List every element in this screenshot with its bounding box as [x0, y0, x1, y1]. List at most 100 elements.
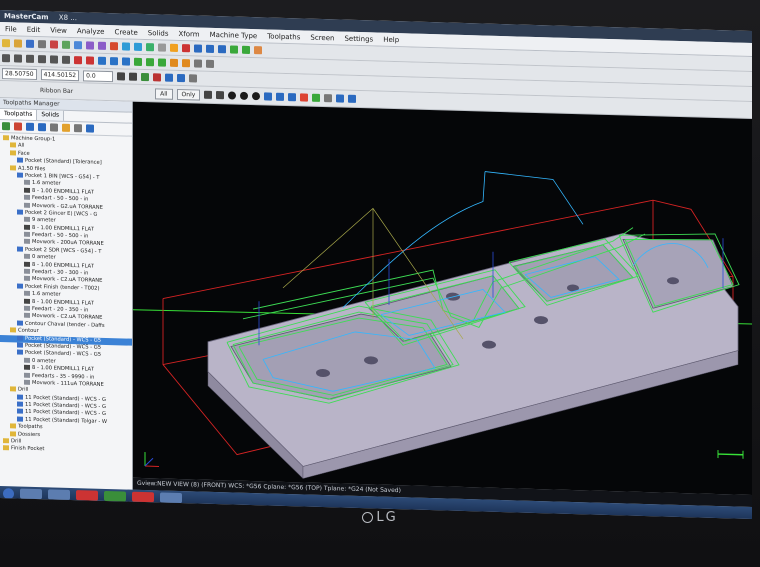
- mirror-icon[interactable]: [122, 57, 130, 66]
- tree-node-label: Finish Pocket: [11, 445, 45, 453]
- tab-solids[interactable]: Solids: [37, 110, 65, 121]
- menu-machine-type[interactable]: Machine Type: [210, 30, 258, 39]
- print-icon[interactable]: [38, 40, 46, 49]
- analyze-icon[interactable]: [194, 59, 202, 68]
- top-view-icon[interactable]: [194, 44, 202, 53]
- attributes-icon[interactable]: [324, 94, 333, 103]
- taskbar-app-icon[interactable]: [160, 492, 182, 504]
- menu-analyze[interactable]: Analyze: [77, 27, 105, 36]
- chain-icon[interactable]: [153, 73, 162, 82]
- wireframe-icon[interactable]: [182, 44, 190, 53]
- fast-point-icon[interactable]: [117, 72, 126, 81]
- taskbar-explorer-icon[interactable]: [20, 488, 42, 500]
- y-coordinate-field[interactable]: 414.50152: [40, 68, 80, 81]
- dot-icon[interactable]: [240, 91, 249, 100]
- dot-icon[interactable]: [252, 92, 261, 101]
- planes-icon[interactable]: [348, 94, 357, 103]
- graphics-viewport[interactable]: [133, 101, 752, 496]
- select-only-icon[interactable]: [177, 73, 186, 83]
- point-style-icon[interactable]: [228, 91, 237, 100]
- line-style-icon[interactable]: [204, 90, 213, 99]
- line-width-icon[interactable]: [216, 91, 225, 100]
- copy-icon[interactable]: [62, 40, 70, 49]
- menu-file[interactable]: File: [5, 25, 17, 33]
- select-only-button[interactable]: Only: [176, 88, 201, 101]
- redo-icon[interactable]: [98, 41, 106, 50]
- gview-icon[interactable]: [336, 94, 345, 103]
- shade-icon[interactable]: [170, 43, 178, 52]
- solid-extrude-icon[interactable]: [134, 57, 142, 66]
- spline-icon[interactable]: [50, 55, 58, 64]
- menu-xform[interactable]: Xform: [178, 29, 199, 38]
- surface-icon[interactable]: [170, 58, 178, 67]
- highfeed-icon[interactable]: [62, 123, 70, 132]
- regenerate-icon[interactable]: [14, 122, 22, 131]
- autocursor-icon[interactable]: [129, 72, 138, 81]
- front-view-icon[interactable]: [206, 44, 214, 53]
- solid-revolve-icon[interactable]: [146, 58, 154, 67]
- cplane-icon[interactable]: [276, 92, 285, 101]
- select-all-button[interactable]: All: [155, 87, 173, 100]
- tab-toolpaths[interactable]: Toolpaths: [0, 109, 38, 121]
- verify-selection-icon[interactable]: [189, 74, 198, 83]
- backplot-ops-icon[interactable]: [26, 122, 34, 131]
- delete-ops-icon[interactable]: [74, 124, 82, 133]
- surface-loft-icon[interactable]: [182, 59, 190, 68]
- line-icon[interactable]: [14, 54, 22, 63]
- save-icon[interactable]: [26, 39, 34, 48]
- zoom-icon[interactable]: [122, 42, 130, 51]
- taskbar-chrome-icon[interactable]: [104, 490, 126, 502]
- rotate-icon[interactable]: [110, 57, 118, 66]
- tree-node-label: Feedart - 30 - 300 - in: [32, 268, 89, 277]
- level-icon[interactable]: [206, 59, 214, 68]
- z-coordinate-field[interactable]: 0.0: [83, 69, 114, 82]
- circle-icon[interactable]: [26, 54, 34, 63]
- backplot-icon[interactable]: [242, 45, 250, 54]
- x-coordinate-field[interactable]: 28.50750: [2, 67, 37, 80]
- menu-view[interactable]: View: [50, 26, 67, 34]
- undo-icon[interactable]: [86, 41, 94, 50]
- window-title: X8 ...: [58, 13, 77, 23]
- select-all-icon[interactable]: [165, 73, 174, 82]
- menu-create[interactable]: Create: [115, 28, 138, 37]
- rectangle-icon[interactable]: [62, 55, 70, 64]
- new-file-icon[interactable]: [2, 39, 10, 48]
- verify-icon[interactable]: [230, 45, 238, 54]
- paste-icon[interactable]: [74, 41, 82, 50]
- trim-icon[interactable]: [74, 56, 82, 65]
- menu-solids[interactable]: Solids: [148, 29, 169, 38]
- help-icon[interactable]: [86, 124, 94, 133]
- taskbar-app-icon[interactable]: [76, 490, 98, 501]
- fit-screen-icon[interactable]: [146, 43, 154, 52]
- tplane-icon[interactable]: [288, 93, 297, 102]
- post-icon[interactable]: [254, 46, 262, 55]
- wcs-icon[interactable]: [264, 92, 273, 101]
- translate-icon[interactable]: [98, 56, 106, 65]
- delete-icon[interactable]: [110, 42, 118, 51]
- repaint-icon[interactable]: [158, 43, 166, 52]
- taskbar-pdf-icon[interactable]: [132, 491, 154, 503]
- post-ops-icon[interactable]: [50, 123, 58, 132]
- snap-icon[interactable]: [141, 72, 150, 82]
- open-folder-icon[interactable]: [14, 39, 22, 48]
- solid-fillet-icon[interactable]: [158, 58, 166, 67]
- color-icon[interactable]: [300, 93, 309, 102]
- menu-edit[interactable]: Edit: [27, 25, 41, 33]
- menu-toolpaths[interactable]: Toolpaths: [267, 32, 300, 41]
- arc-icon[interactable]: [38, 55, 46, 64]
- level-manager-icon[interactable]: [312, 93, 321, 102]
- select-all-ops-icon[interactable]: [2, 122, 10, 131]
- start-button-icon[interactable]: [3, 487, 14, 499]
- taskbar-mastercam-icon[interactable]: [48, 489, 70, 500]
- menu-settings[interactable]: Settings: [344, 34, 373, 43]
- menu-screen[interactable]: Screen: [310, 33, 334, 42]
- verify-ops-icon[interactable]: [38, 123, 46, 132]
- tree-node-label: 8 - 1.00 ENDMILL1 FLAT: [32, 298, 94, 307]
- menu-help[interactable]: Help: [383, 35, 399, 43]
- point-icon[interactable]: [2, 54, 10, 63]
- cut-icon[interactable]: [50, 40, 58, 49]
- param-icon: [24, 290, 30, 297]
- zoom-window-icon[interactable]: [134, 42, 142, 51]
- fillet-icon[interactable]: [86, 56, 94, 65]
- iso-view-icon[interactable]: [218, 45, 226, 54]
